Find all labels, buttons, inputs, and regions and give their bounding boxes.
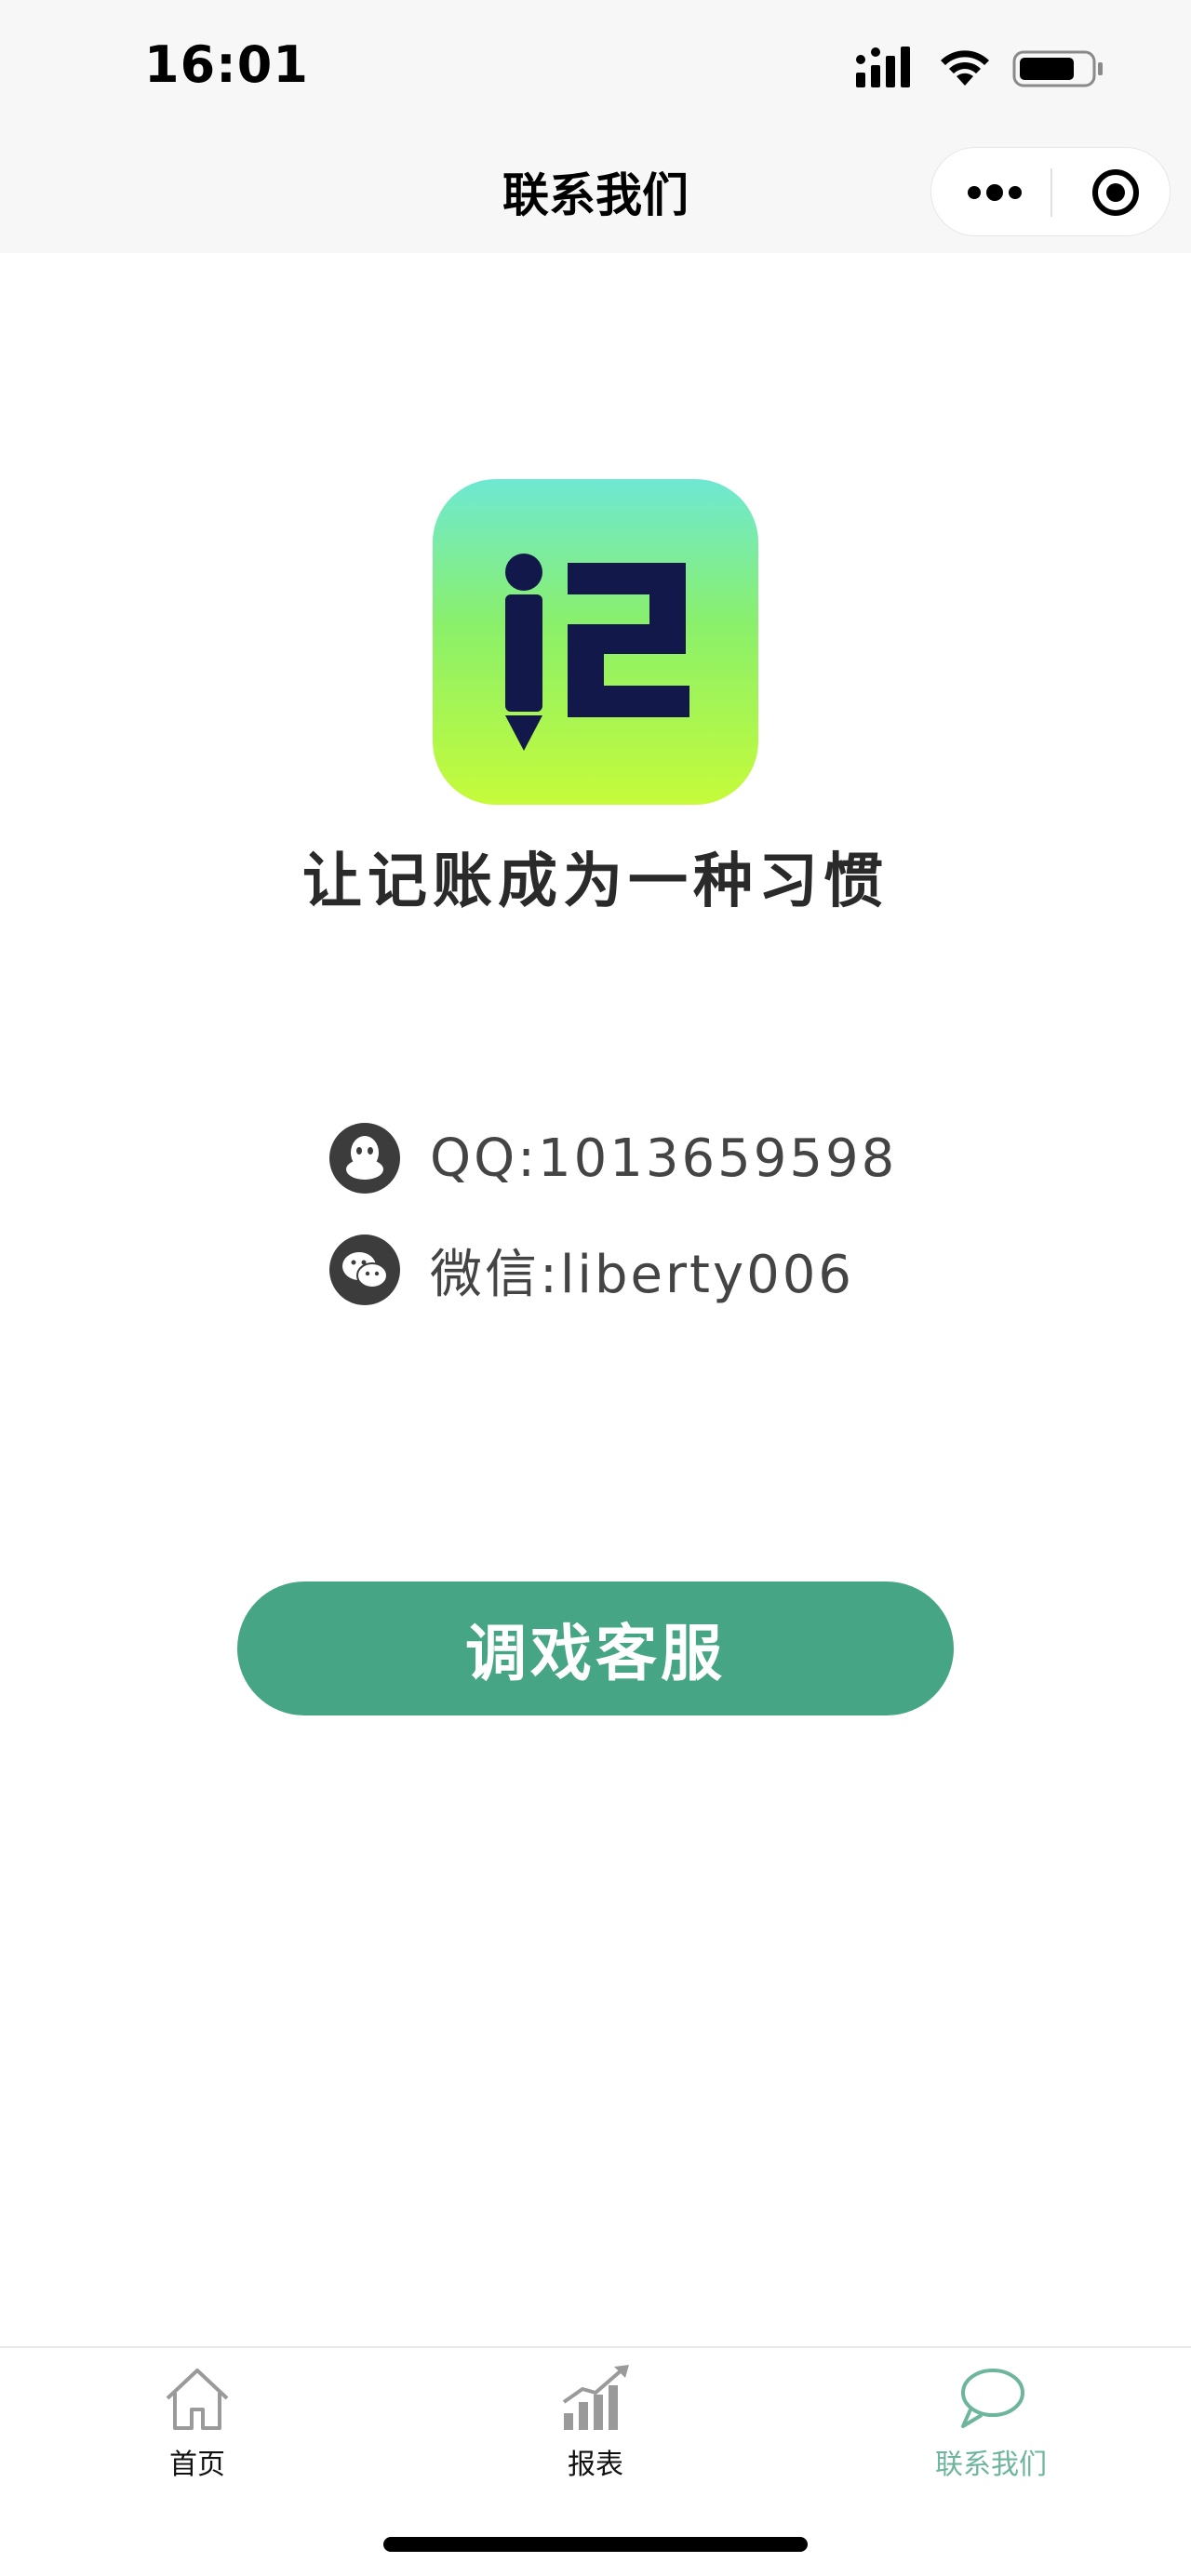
more-dots-icon xyxy=(968,184,1022,201)
wifi-icon xyxy=(941,50,989,86)
battery-icon xyxy=(1012,50,1103,87)
wechat-icon xyxy=(329,1235,400,1305)
ji-pencil-logo xyxy=(505,554,689,751)
top-bar: 16:01 联系我们 xyxy=(0,0,1191,253)
tab-contact[interactable]: 联系我们 xyxy=(889,2361,1093,2491)
tab-report[interactable]: 报表 xyxy=(493,2361,698,2491)
qq-text: QQ:1013659598 xyxy=(430,1128,898,1189)
close-button[interactable] xyxy=(1078,165,1153,220)
tab-home[interactable]: 首页 xyxy=(95,2361,300,2491)
home-indicator[interactable] xyxy=(383,2537,808,2552)
status-time: 16:01 xyxy=(144,35,309,94)
wechat-text: 微信:liberty006 xyxy=(430,1244,854,1305)
tab-contact-label: 联系我们 xyxy=(935,2449,1047,2481)
contact-service-button[interactable]: 调戏客服 xyxy=(237,1582,954,1715)
more-button[interactable] xyxy=(957,165,1032,220)
home-icon xyxy=(166,2369,229,2430)
close-target-icon xyxy=(1092,169,1139,216)
slogan: 让记账成为一种习惯 xyxy=(302,848,889,916)
contact-wechat: 微信:liberty006 xyxy=(329,1235,854,1305)
qq-icon xyxy=(329,1123,400,1194)
chat-bubble-icon xyxy=(961,2369,1024,2428)
tab-home-label: 首页 xyxy=(169,2449,225,2481)
mini-program-capsule xyxy=(930,147,1171,236)
signal-icon xyxy=(856,47,910,87)
tab-report-label: 报表 xyxy=(568,2449,623,2481)
contact-qq: QQ:1013659598 xyxy=(329,1123,897,1194)
app-logo xyxy=(433,479,758,805)
capsule-divider xyxy=(1050,168,1052,217)
report-chart-icon xyxy=(562,2365,629,2430)
